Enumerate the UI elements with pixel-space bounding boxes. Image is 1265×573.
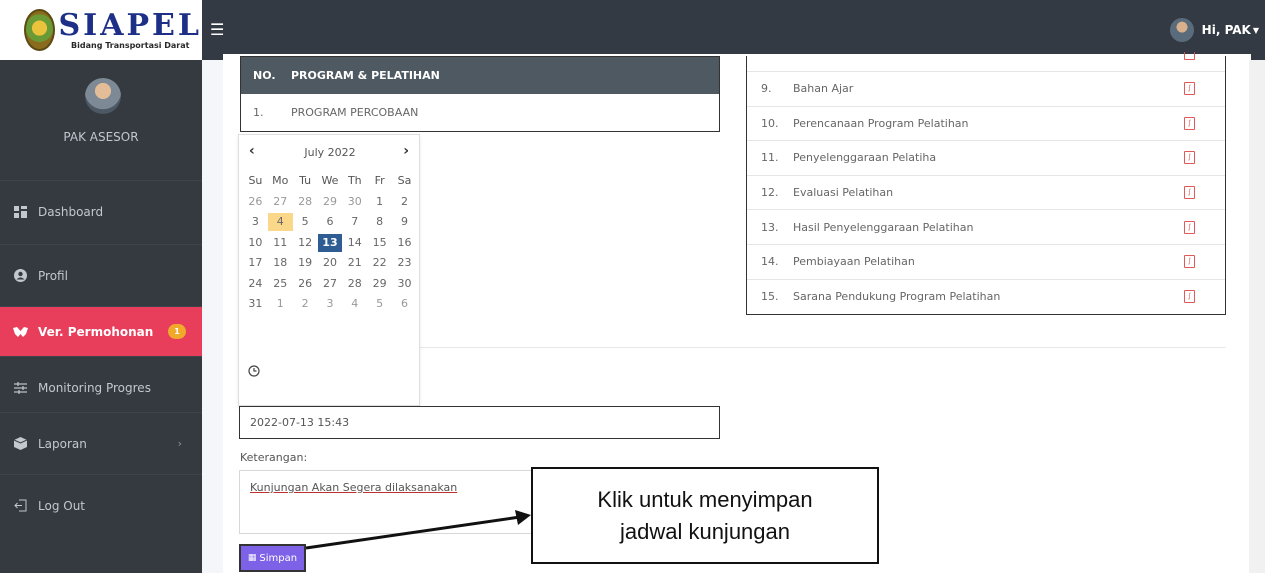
annotation-line-2: jadwal kunjungan — [619, 518, 791, 544]
scrollbar[interactable] — [1249, 60, 1265, 573]
annotation-line-1: Klik untuk menyimpan — [597, 486, 813, 512]
annotation-callout: Klik untuk menyimpan jadwal kunjungan — [531, 467, 879, 564]
